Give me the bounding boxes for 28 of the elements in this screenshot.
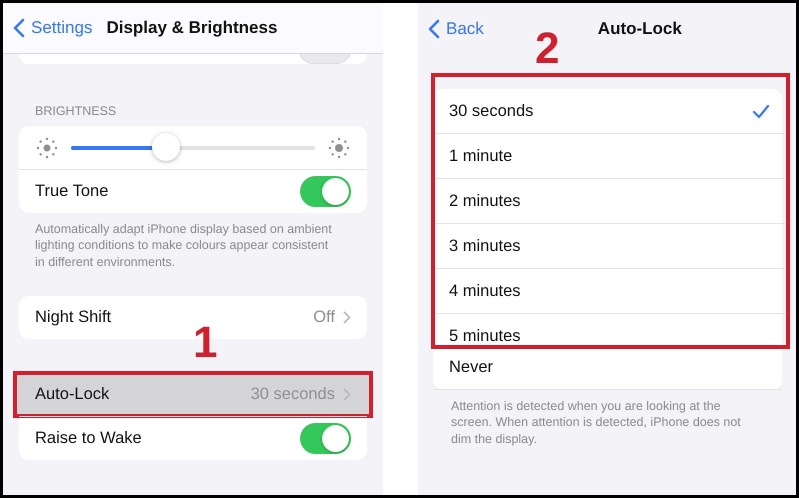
chevron-icon <box>343 388 351 401</box>
option-row[interactable]: 3 minutes <box>435 224 786 269</box>
setting-label: Raise to Wake <box>35 428 143 448</box>
setting-label: True Tone <box>35 182 110 201</box>
option-row[interactable]: 2 minutes <box>435 179 786 224</box>
toggle-switch[interactable] <box>300 422 351 454</box>
screen-title: Display & Brightness <box>106 18 278 38</box>
option-row[interactable]: 5 minutes <box>435 314 786 345</box>
chevron-icon <box>343 310 351 324</box>
brightness-slider[interactable] <box>71 134 315 162</box>
back-chevron-icon <box>13 18 25 38</box>
section-footer: Automatically adapt iPhone display based on ambient lighting conditions to make colours appear consistent in different environments. <box>3 213 383 270</box>
option-row[interactable]: 30 seconds <box>435 89 786 134</box>
option-row[interactable]: Never <box>433 345 782 390</box>
step-number: 2 <box>535 27 560 71</box>
screen-title: Auto-Lock <box>598 19 682 39</box>
brightness-icon <box>327 136 351 160</box>
back-button[interactable]: Settings <box>13 18 92 38</box>
option-row[interactable]: 4 minutes <box>435 269 786 314</box>
back-chevron-icon <box>428 19 440 39</box>
highlighted-setting-row[interactable]: Auto-Lock 30 seconds <box>15 372 371 416</box>
toggle-switch[interactable] <box>300 176 351 207</box>
section-footer: Attention is detected when you are looking at the screen. When attention is detected, iPhone does not dim the display. <box>418 390 796 447</box>
slider-thumb[interactable] <box>152 132 180 160</box>
option-row[interactable]: 1 minute <box>435 134 786 179</box>
back-button[interactable]: Back <box>428 19 484 39</box>
section-header: BRIGHTNESS <box>34 104 118 120</box>
brightness-icon <box>35 136 59 160</box>
